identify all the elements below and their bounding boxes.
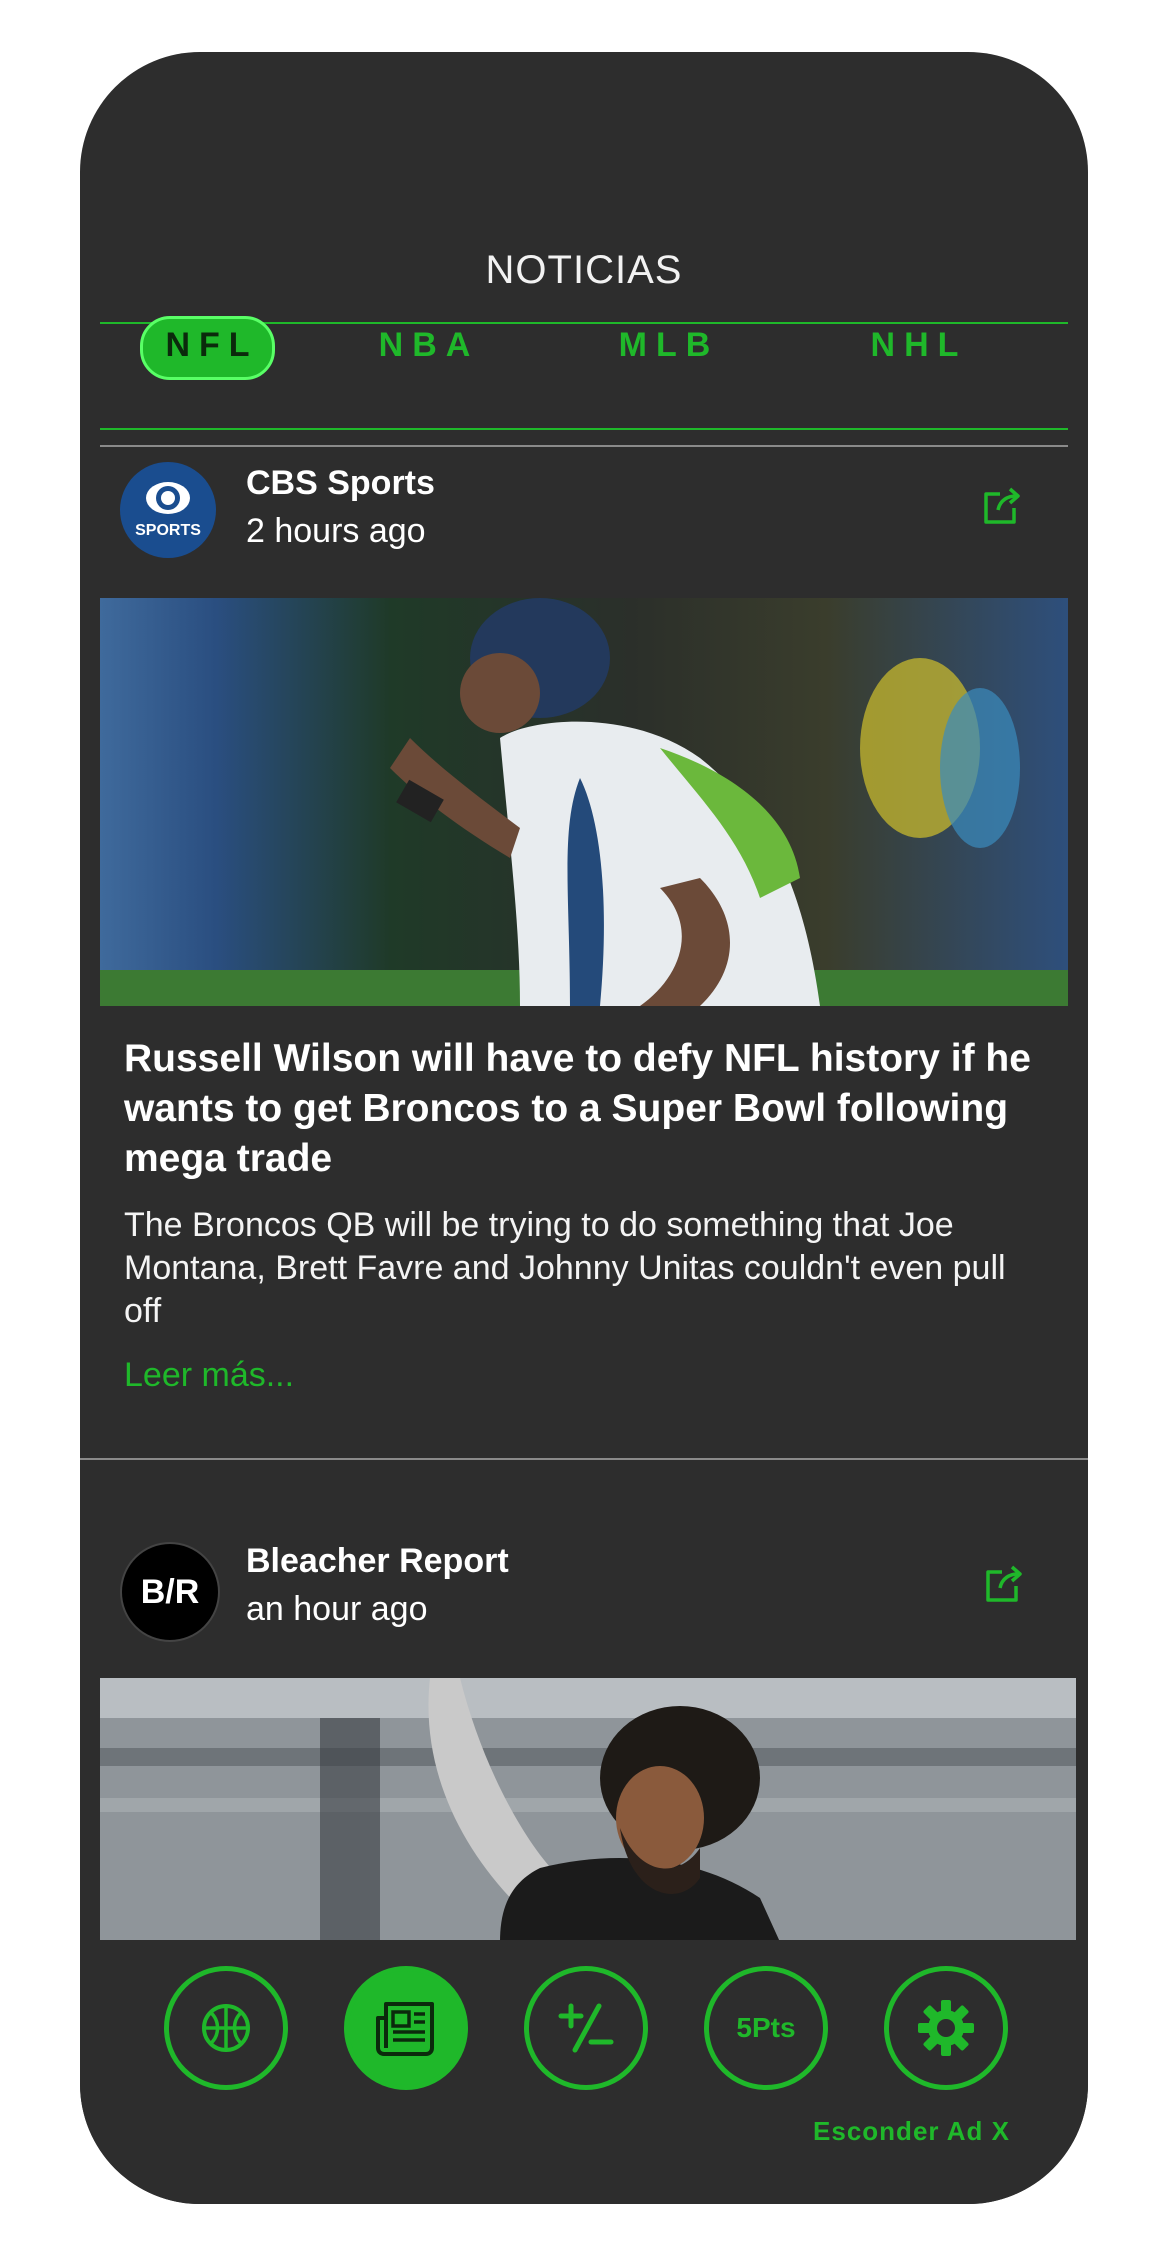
feed-divider	[100, 445, 1068, 447]
tab-mlb[interactable]: MLB	[600, 316, 729, 374]
bleacher-report-logo: B/R	[120, 1542, 220, 1642]
tabs-bottom-divider	[100, 428, 1068, 430]
article-photo[interactable]	[100, 1678, 1076, 1942]
tab-nba[interactable]: NBA	[360, 316, 489, 374]
nav-news-button[interactable]	[344, 1966, 468, 2090]
page-title: NOTICIAS	[485, 248, 683, 292]
logo-label: B/R	[140, 1572, 200, 1611]
article-headline[interactable]: Russell Wilson will have to defy NFL his…	[124, 1034, 1058, 1184]
nav-odds-button[interactable]	[524, 1966, 648, 2090]
plus-minus-icon	[558, 2003, 614, 2053]
post-header: B/R Bleacher Report an hour ago	[80, 1532, 1088, 1652]
nav-points-button[interactable]: 5Pts	[704, 1966, 828, 2090]
tab-nfl[interactable]: NFL	[140, 316, 275, 380]
share-icon[interactable]	[980, 484, 1024, 528]
post-header: SPORTS CBS Sports 2 hours ago	[80, 454, 1088, 574]
tab-nhl[interactable]: NHL	[850, 316, 979, 374]
post-source[interactable]: Bleacher Report	[246, 1542, 509, 1581]
basketball-icon	[202, 2004, 250, 2052]
phone-frame: NOTICIAS NFL NBA MLB NHL SPORTS CBS Spor…	[80, 52, 1088, 2204]
post-source[interactable]: CBS Sports	[246, 464, 435, 503]
points-icon: 5Pts	[736, 2012, 796, 2043]
nav-settings-button[interactable]	[884, 1966, 1008, 2090]
share-icon[interactable]	[982, 1562, 1026, 1606]
read-more-link[interactable]: Leer más...	[124, 1356, 294, 1395]
article-summary: The Broncos QB will be trying to do some…	[124, 1206, 1006, 1330]
bottom-nav: 5Pts Esconder Ad X	[80, 1940, 1088, 2204]
hide-ad-link[interactable]: Esconder Ad X	[813, 2116, 1010, 2147]
football-player-image	[100, 598, 1068, 1006]
post-time: an hour ago	[246, 1590, 428, 1628]
gear-icon	[918, 2000, 974, 2056]
logo-label: SPORTS	[135, 522, 201, 539]
newspaper-icon	[376, 2002, 434, 2056]
post-divider	[80, 1458, 1088, 1460]
post-time: 2 hours ago	[246, 512, 426, 550]
article-photo[interactable]	[100, 598, 1068, 1006]
cbs-eye-icon	[146, 482, 190, 514]
league-tabs: NFL NBA MLB NHL	[100, 292, 1068, 398]
quarterback-image	[100, 1678, 1076, 1942]
cbs-sports-logo: SPORTS	[120, 462, 216, 558]
nav-scores-button[interactable]	[164, 1966, 288, 2090]
